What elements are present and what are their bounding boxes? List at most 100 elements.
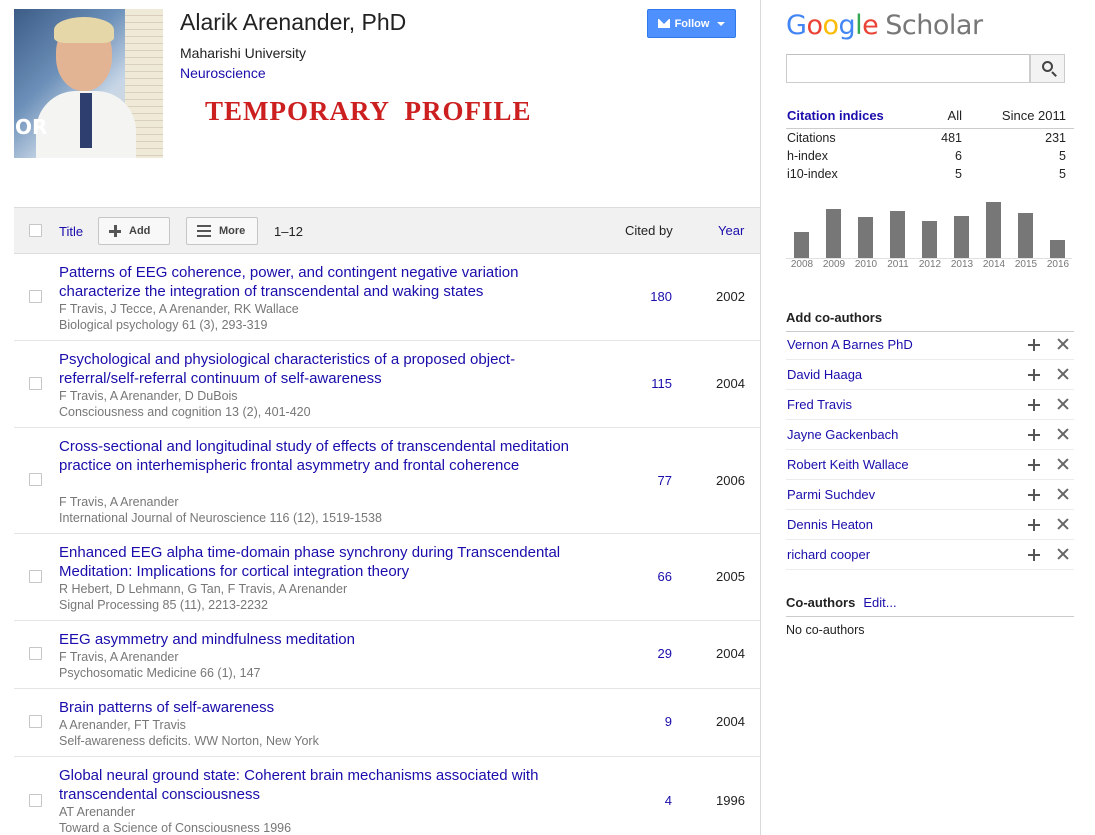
chart-bar[interactable] — [890, 211, 905, 258]
follow-button[interactable]: Follow — [647, 9, 736, 38]
sidebar: Google Scholar Citation indices All Since… — [761, 0, 1095, 835]
chart-x-tick-label: 2015 — [1014, 259, 1038, 270]
more-actions-button[interactable]: More — [186, 217, 258, 245]
add-label: Add — [129, 225, 151, 237]
google-scholar-logo[interactable]: Google Scholar — [786, 10, 983, 41]
row-checkbox[interactable] — [29, 794, 42, 807]
search-button[interactable] — [1030, 54, 1065, 83]
cited-by-count[interactable]: 115 — [651, 376, 672, 391]
search-input[interactable] — [786, 54, 1030, 83]
add-article-button[interactable]: Add — [98, 217, 170, 245]
dismiss-coauthor-icon[interactable] — [1057, 398, 1069, 410]
metric-all: 6 — [955, 149, 962, 163]
add-coauthor-icon[interactable] — [1028, 519, 1040, 531]
dismiss-coauthor-icon[interactable] — [1057, 548, 1069, 560]
logo-letter: e — [862, 10, 879, 41]
edit-coauthors-link[interactable]: Edit... — [863, 595, 896, 610]
logo-letter: g — [838, 10, 856, 41]
add-coauthor-icon[interactable] — [1028, 429, 1040, 441]
coauthor-name-link[interactable]: Fred Travis — [787, 397, 852, 412]
row-checkbox[interactable] — [29, 647, 42, 660]
chart-x-tick-label: 2012 — [918, 259, 942, 270]
article-title-link[interactable]: Cross-sectional and longitudinal study o… — [59, 437, 589, 475]
add-coauthor-icon[interactable] — [1028, 549, 1040, 561]
article-authors: A Arenander, FT Travis — [59, 718, 186, 732]
cited-by-count[interactable]: 77 — [658, 473, 672, 488]
add-coauthor-icon[interactable] — [1028, 399, 1040, 411]
list-item: David Haaga — [786, 360, 1074, 390]
chart-bar[interactable] — [794, 232, 809, 258]
chart-x-tick-label: 2010 — [854, 259, 878, 270]
article-venue: Biological psychology 61 (3), 293-319 — [59, 318, 268, 332]
article-venue: Psychosomatic Medicine 66 (1), 147 — [59, 666, 261, 680]
row-checkbox[interactable] — [29, 377, 42, 390]
article-title-link[interactable]: Global neural ground state: Coherent bra… — [59, 766, 589, 804]
row-checkbox[interactable] — [29, 570, 42, 583]
table-row: Enhanced EEG alpha time-domain phase syn… — [14, 534, 760, 621]
cited-by-count[interactable]: 4 — [665, 793, 672, 808]
cited-by-count[interactable]: 180 — [650, 289, 672, 304]
add-coauthor-icon[interactable] — [1028, 489, 1040, 501]
dismiss-coauthor-icon[interactable] — [1057, 458, 1069, 470]
article-authors: F Travis, A Arenander — [59, 650, 179, 664]
add-coauthor-icon[interactable] — [1028, 369, 1040, 381]
citation-indices-header: Citation indices All Since 2011 — [786, 108, 1074, 129]
list-item: Fred Travis — [786, 390, 1074, 420]
sort-by-title[interactable]: Title — [59, 224, 83, 239]
chart-bar[interactable] — [922, 221, 937, 258]
list-item: Parmi Suchdev — [786, 480, 1074, 510]
chart-bar[interactable] — [1018, 213, 1033, 258]
dismiss-coauthor-icon[interactable] — [1057, 428, 1069, 440]
metric-since: 5 — [1059, 167, 1066, 181]
article-authors: AT Arenander — [59, 805, 135, 819]
list-item: Jayne Gackenbach — [786, 420, 1074, 450]
sort-by-year[interactable]: Year — [718, 223, 744, 238]
metric-since: 5 — [1059, 149, 1066, 163]
chart-bar[interactable] — [954, 216, 969, 258]
row-checkbox[interactable] — [29, 290, 42, 303]
table-row: Patterns of EEG coherence, power, and co… — [14, 254, 760, 341]
chart-bar[interactable] — [826, 209, 841, 258]
coauthor-name-link[interactable]: Parmi Suchdev — [787, 487, 875, 502]
chart-x-tick-label: 2011 — [887, 259, 909, 270]
coauthor-name-link[interactable]: Robert Keith Wallace — [787, 457, 909, 472]
article-title-link[interactable]: Patterns of EEG coherence, power, and co… — [59, 263, 589, 301]
profile-interest-link[interactable]: Neuroscience — [180, 65, 266, 81]
citation-row-citations: Citations 481 231 — [786, 131, 1074, 149]
chart-bar[interactable] — [858, 217, 873, 258]
add-coauthors-label: Add co-authors — [786, 310, 883, 325]
citation-row-h-index: h-index 6 5 — [786, 149, 1074, 167]
sort-by-cited[interactable]: Cited by — [625, 223, 673, 238]
article-title-link[interactable]: Brain patterns of self-awareness — [59, 698, 589, 717]
dismiss-coauthor-icon[interactable] — [1057, 488, 1069, 500]
coauthor-name-link[interactable]: Jayne Gackenbach — [787, 427, 898, 442]
dismiss-coauthor-icon[interactable] — [1057, 338, 1069, 350]
coauthor-name-link[interactable]: David Haaga — [787, 367, 862, 382]
cited-by-count[interactable]: 29 — [658, 646, 672, 661]
coauthor-name-link[interactable]: richard cooper — [787, 547, 870, 562]
coauthor-name-link[interactable]: Dennis Heaton — [787, 517, 873, 532]
chart-bar[interactable] — [986, 202, 1001, 258]
article-title-link[interactable]: Psychological and physiological characte… — [59, 350, 589, 388]
logo-letter: G — [786, 10, 807, 41]
cited-by-count[interactable]: 9 — [665, 714, 672, 729]
add-coauthor-icon[interactable] — [1028, 459, 1040, 471]
article-title-link[interactable]: EEG asymmetry and mindfulness meditation — [59, 630, 589, 649]
chart-bar[interactable] — [1050, 240, 1065, 258]
photo-tie — [80, 93, 92, 148]
add-coauthor-icon[interactable] — [1028, 339, 1040, 351]
cited-by-count[interactable]: 66 — [658, 569, 672, 584]
dismiss-coauthor-icon[interactable] — [1057, 518, 1069, 530]
coauthor-name-link[interactable]: Vernon A Barnes PhD — [787, 337, 913, 352]
plus-icon — [109, 225, 121, 237]
dismiss-coauthor-icon[interactable] — [1057, 368, 1069, 380]
no-coauthors-text: No co-authors — [786, 623, 865, 637]
dropdown-caret-icon — [717, 21, 726, 26]
select-all-checkbox[interactable] — [29, 224, 42, 237]
envelope-icon — [657, 19, 670, 28]
article-title-link[interactable]: Enhanced EEG alpha time-domain phase syn… — [59, 543, 589, 581]
photo-background-text: OR — [15, 115, 48, 139]
row-checkbox[interactable] — [29, 473, 42, 486]
article-authors: F Travis, A Arenander, D DuBois — [59, 389, 238, 403]
row-checkbox[interactable] — [29, 715, 42, 728]
